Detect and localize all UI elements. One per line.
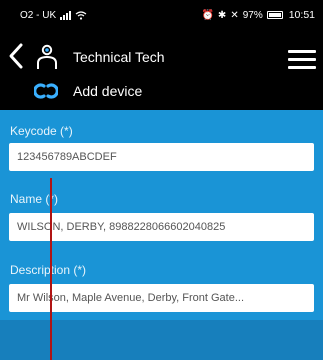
menu-icon[interactable]	[288, 50, 316, 70]
alarm-icon: ⏰	[201, 9, 214, 21]
description-label: Description (*)	[10, 263, 87, 277]
status-bar: O2 - UK ⏰ ✱ ✕ 97% 10:51	[0, 0, 323, 30]
device-form: Keycode (*) 123456789ABCDEF Name (*) WIL…	[0, 110, 323, 320]
keycode-label: Keycode (*)	[10, 124, 73, 138]
back-arrow-icon[interactable]	[5, 42, 27, 70]
keycode-field[interactable]: 123456789ABCDEF	[9, 143, 314, 171]
text-cursor-indicator	[50, 178, 52, 360]
bottom-band	[0, 320, 323, 360]
description-field[interactable]: Mr Wilson, Maple Avenue, Derby, Front Ga…	[9, 284, 314, 312]
wifi-icon	[75, 10, 87, 20]
status-left: O2 - UK	[20, 10, 87, 21]
bluetooth-icon: ✱	[217, 9, 227, 21]
link-icon	[34, 83, 58, 99]
battery-percent: 97%	[242, 9, 263, 21]
user-icon	[37, 44, 57, 69]
app-header: Technical Tech Add device	[0, 30, 323, 110]
mute-icon: ✕	[230, 9, 239, 21]
name-field[interactable]: WILSON, DERBY, 8988228066602040825	[9, 213, 314, 241]
signal-icon	[60, 10, 72, 20]
page-title: Technical Tech	[73, 49, 165, 65]
carrier-label: O2 - UK	[20, 9, 57, 21]
page-subtitle: Add device	[73, 83, 143, 99]
clock: 10:51	[288, 9, 315, 21]
battery-icon	[266, 11, 283, 19]
status-right: ⏰ ✱ ✕ 97% 10:51	[201, 9, 315, 21]
